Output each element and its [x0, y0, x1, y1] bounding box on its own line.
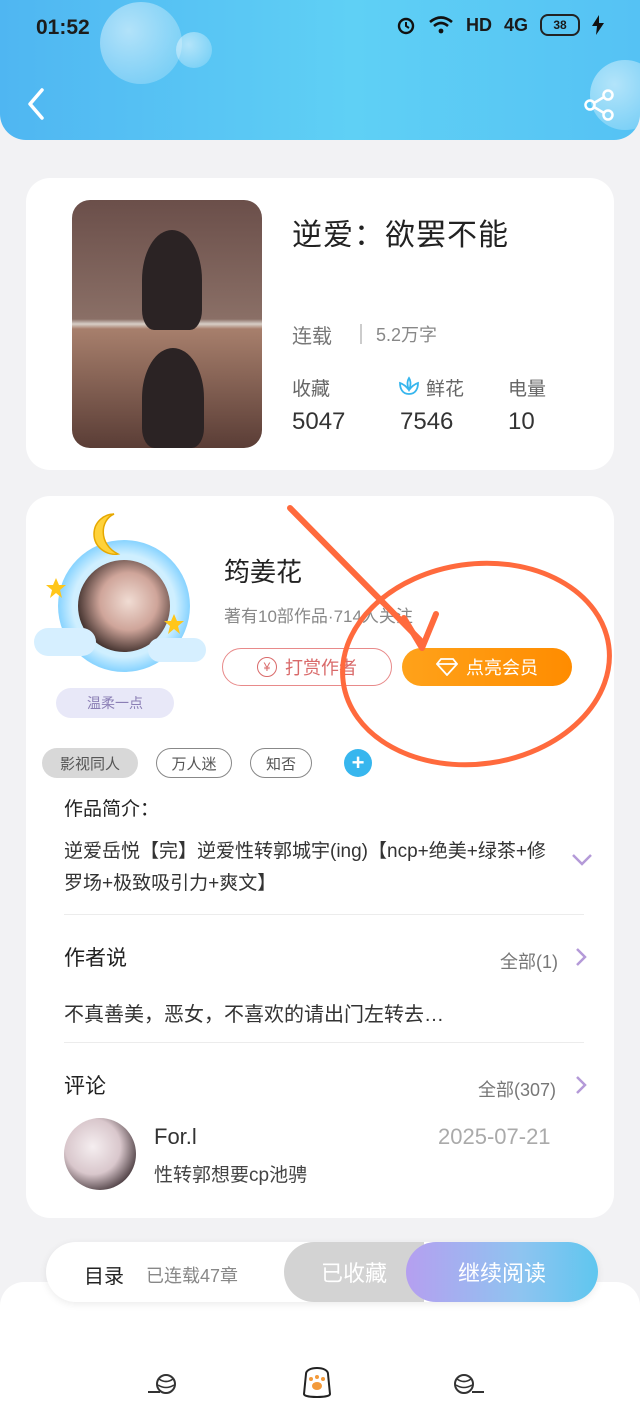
stat-value-flowers: 7546 — [400, 408, 454, 435]
stat-label-favorites: 收藏 — [292, 379, 331, 400]
tag-everyone-loves[interactable]: 万人迷 — [156, 748, 232, 778]
divider — [64, 914, 584, 915]
divider — [360, 324, 362, 344]
toc-button[interactable]: 目录 — [84, 1260, 124, 1289]
app-header: 01:52 HD 4G 38 — [0, 0, 640, 140]
decor-cloud — [148, 638, 206, 662]
hd-indicator: HD — [465, 14, 492, 35]
favorited-button[interactable]: 已收藏 — [284, 1242, 424, 1302]
commenter-name[interactable]: For.l — [154, 1124, 197, 1150]
reward-author-button[interactable]: ¥ 打赏作者 — [222, 648, 392, 686]
signal-indicator: 4G — [503, 14, 528, 35]
back-arrow-icon[interactable] — [22, 86, 52, 122]
reading-action-bar: 目录 已连载47章 已收藏 继续阅读 — [46, 1242, 598, 1302]
star-icon — [164, 614, 184, 634]
status-icons: HD 4G 38 — [396, 14, 604, 36]
tag-film-fanfic[interactable]: 影视同人 — [42, 748, 138, 778]
share-icon[interactable] — [582, 88, 616, 122]
commenter-avatar[interactable] — [64, 1118, 136, 1190]
decor-cloud — [34, 628, 96, 656]
battery-indicator: 38 — [540, 14, 580, 36]
author-name[interactable]: 筠姜花 — [224, 552, 302, 589]
author-says-text: 不真善美，恶女，不喜欢的请出门左转去… — [64, 1004, 444, 1026]
continue-reading-button[interactable]: 继续阅读 — [406, 1242, 598, 1302]
comment-text[interactable]: 性转郭想要cp池骋 — [154, 1160, 307, 1187]
moon-icon — [93, 513, 121, 556]
diamond-icon — [436, 658, 458, 676]
paw-icon[interactable] — [300, 1364, 334, 1400]
activate-vip-label: 点亮会员 — [466, 658, 538, 678]
charging-icon — [592, 15, 604, 35]
bottom-sheet — [0, 1282, 640, 1427]
author-says-title: 作者说 — [64, 946, 127, 970]
activate-vip-button[interactable]: 点亮会员 — [402, 648, 572, 686]
book-title: 逆爱：欲罢不能 — [292, 218, 509, 253]
comments-all-link[interactable]: 全部(307) — [478, 1076, 556, 1102]
stat-value-favorites: 5047 — [292, 408, 346, 435]
add-tag-button[interactable]: + — [344, 749, 372, 777]
cover-figure — [142, 230, 202, 330]
author-meta: 著有10部作品·714人关注 — [224, 607, 413, 626]
author-says-all-link[interactable]: 全部(1) — [500, 948, 558, 974]
alarm-icon — [397, 17, 415, 35]
yen-icon: ¥ — [257, 657, 277, 677]
tag-zhifou[interactable]: 知否 — [250, 748, 312, 778]
decor-bubble — [176, 32, 212, 68]
chapter-count: 已连载47章 — [146, 1266, 239, 1286]
intro-text: 逆爱岳悦【完】逆爱性转郭城宇(ing)【ncp+绝美+绿茶+修罗场+极致吸引力+… — [64, 841, 546, 894]
wifi-icon — [429, 16, 453, 34]
stat-label-flowers: 鲜花 — [426, 379, 465, 400]
reward-author-label: 打赏作者 — [285, 658, 357, 678]
book-cover-image[interactable] — [72, 200, 262, 448]
status-time: 01:52 — [36, 16, 90, 39]
book-info-card: 逆爱：欲罢不能 连载 5.2万字 收藏 5047 鲜花 7546 电量 10 — [26, 178, 614, 470]
stat-label-power: 电量 — [508, 379, 547, 400]
comments-title: 评论 — [64, 1074, 106, 1098]
flower-icon — [399, 376, 419, 395]
author-detail-card: 温柔一点 筠姜花 著有10部作品·714人关注 ¥ 打赏作者 点亮会员 影视同人… — [26, 496, 614, 1218]
divider — [64, 1042, 584, 1043]
chevron-down-icon[interactable] — [570, 852, 594, 868]
cover-figure — [142, 348, 204, 448]
chevron-right-icon[interactable] — [574, 1074, 588, 1096]
book-word-count: 5.2万字 — [376, 325, 438, 345]
comment-date: 2025-07-21 — [438, 1124, 551, 1149]
book-status: 连载 — [292, 326, 332, 348]
intro-title: 作品简介： — [64, 798, 160, 820]
yarn-ball-icon[interactable] — [450, 1372, 486, 1396]
plus-icon: + — [351, 750, 365, 775]
chevron-right-icon[interactable] — [574, 946, 588, 968]
stat-value-power: 10 — [508, 408, 535, 435]
decor-bubble — [100, 2, 182, 84]
avatar-badge: 温柔一点 — [56, 688, 174, 718]
star-icon — [46, 578, 66, 598]
yarn-ball-icon[interactable] — [146, 1372, 182, 1396]
